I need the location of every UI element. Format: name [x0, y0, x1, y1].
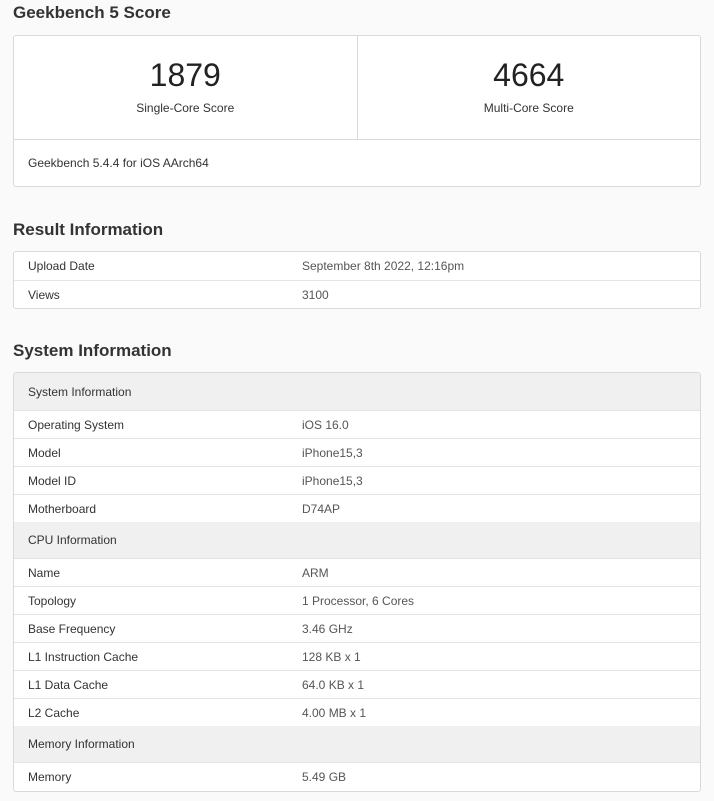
row-value: iPhone15,3 — [302, 445, 363, 460]
row-label: Memory — [28, 769, 72, 784]
result-section-title: Result Information — [13, 220, 164, 239]
row-value: September 8th 2022, 12:16pm — [302, 259, 465, 273]
table-row: L1 Instruction Cache 128 KB x 1 — [14, 642, 700, 670]
table-row: Topology 1 Processor, 6 Cores — [14, 586, 700, 614]
row-value: 3100 — [302, 287, 329, 302]
row-label: Motherboard — [28, 501, 97, 516]
table-row: Model iPhone15,3 — [14, 438, 700, 466]
row-label: Model ID — [28, 473, 77, 488]
row-label: Model — [28, 445, 61, 460]
group-header-memory: Memory Information — [14, 726, 700, 762]
group-header-system: System Information — [14, 373, 700, 410]
table-row: L1 Data Cache 64.0 KB x 1 — [14, 670, 700, 698]
table-row: Views 3100 — [14, 280, 700, 308]
score-card: 1879 Single-Core Score 4664 Multi-Core S… — [13, 35, 701, 187]
system-section-title: System Information — [13, 341, 172, 360]
table-row: Motherboard D74AP — [14, 494, 700, 522]
row-label: Views — [28, 287, 60, 302]
table-row: Memory 5.49 GB — [14, 762, 700, 790]
page: Geekbench 5 Score 1879 Single-Core Score… — [0, 0, 714, 801]
row-value: iPhone15,3 — [302, 473, 363, 488]
table-row: Base Frequency 3.46 GHz — [14, 614, 700, 642]
row-label: Upload Date — [28, 259, 95, 273]
row-value: D74AP — [302, 501, 341, 516]
row-label: L2 Cache — [28, 705, 80, 720]
table-row: Upload Date September 8th 2022, 12:16pm — [14, 252, 700, 280]
group-header-label: CPU Information — [28, 533, 117, 547]
group-header-label: System Information — [28, 384, 132, 399]
row-value: 3.46 GHz — [302, 621, 353, 636]
result-table: Upload Date September 8th 2022, 12:16pm … — [13, 251, 701, 309]
single-core-score-value: 1879 — [149, 57, 221, 93]
single-core-score: 1879 Single-Core Score — [14, 36, 357, 139]
single-core-score-label: Single-Core Score — [136, 101, 235, 115]
row-value: 64.0 KB x 1 — [302, 677, 365, 692]
table-row: Name ARM — [14, 558, 700, 586]
score-section-title: Geekbench 5 Score — [13, 3, 171, 22]
group-header-cpu: CPU Information — [14, 522, 700, 558]
scores-row: 1879 Single-Core Score 4664 Multi-Core S… — [14, 36, 700, 140]
table-row: L2 Cache 4.00 MB x 1 — [14, 698, 700, 726]
system-table: System Information Operating System iOS … — [13, 372, 701, 792]
row-label: Name — [28, 565, 61, 580]
row-label: L1 Instruction Cache — [28, 649, 139, 664]
row-value: 1 Processor, 6 Cores — [302, 593, 415, 608]
multi-core-score: 4664 Multi-Core Score — [356, 36, 701, 139]
group-header-label: Memory Information — [28, 737, 135, 751]
table-row: Model ID iPhone15,3 — [14, 466, 700, 494]
row-value: 5.49 GB — [302, 769, 347, 784]
row-label: Base Frequency — [28, 621, 116, 636]
row-label: L1 Data Cache — [28, 677, 109, 692]
row-label: Topology — [28, 593, 77, 608]
row-value: 128 KB x 1 — [302, 649, 361, 664]
row-value: ARM — [302, 565, 329, 580]
version-text: Geekbench 5.4.4 for iOS AArch64 — [28, 156, 209, 170]
row-value: 4.00 MB x 1 — [302, 705, 367, 720]
multi-core-score-value: 4664 — [493, 57, 565, 93]
table-row: Operating System iOS 16.0 — [14, 410, 700, 438]
row-value: iOS 16.0 — [302, 417, 349, 432]
multi-core-score-label: Multi-Core Score — [483, 101, 574, 115]
row-label: Operating System — [28, 417, 125, 432]
